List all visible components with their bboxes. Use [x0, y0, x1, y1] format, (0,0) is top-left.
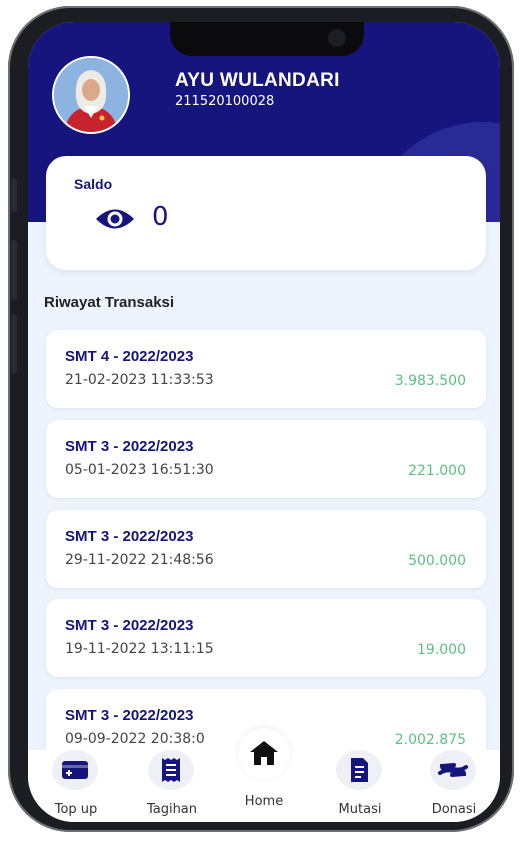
home-icon	[250, 741, 278, 765]
receipt-icon	[162, 758, 180, 782]
transaction-datetime: 09-09-2022 20:38:0	[65, 731, 205, 747]
transaction-amount: 221.000	[408, 463, 466, 479]
history-title: Riwayat Transaksi	[44, 294, 175, 311]
transaction-datetime: 19-11-2022 13:11:15	[65, 641, 214, 657]
eye-icon[interactable]	[94, 206, 136, 232]
bottom-nav: Top up Tagihan Home Mutasi Donasi	[28, 728, 500, 822]
saldo-label: Saldo	[74, 176, 113, 192]
user-id: 211520100028	[175, 94, 275, 109]
transaction-datetime: 21-02-2023 11:33:53	[65, 372, 214, 388]
nav-label: Tagihan	[146, 802, 198, 817]
wallet-plus-icon	[62, 761, 88, 779]
nav-tagihan[interactable]: Tagihan	[132, 750, 212, 822]
transaction-semester: SMT 3 - 2022/2023	[65, 528, 194, 545]
saldo-card: Saldo 0	[46, 156, 486, 270]
nav-donasi[interactable]: Donasi	[414, 750, 494, 822]
nav-home[interactable]: Home	[224, 728, 304, 822]
avatar-photo	[54, 58, 128, 132]
avatar[interactable]	[52, 56, 130, 134]
nav-topup[interactable]: Top up	[36, 750, 116, 822]
saldo-value: 0	[152, 202, 169, 232]
phone-volume-down	[11, 314, 17, 374]
transaction-semester: SMT 3 - 2022/2023	[65, 438, 194, 455]
phone-volume-up	[11, 240, 17, 300]
transaction-item[interactable]: SMT 3 - 2022/2023 05-01-2023 16:51:30 22…	[46, 420, 486, 498]
app-screen: AYU WULANDARI 211520100028 Saldo 0 Riway…	[28, 22, 500, 822]
hand-give-icon	[438, 763, 468, 777]
phone-side-button	[11, 178, 17, 212]
transaction-semester: SMT 4 - 2022/2023	[65, 348, 194, 365]
transaction-item[interactable]: SMT 3 - 2022/2023 19-11-2022 13:11:15 19…	[46, 599, 486, 677]
transaction-semester: SMT 3 - 2022/2023	[65, 617, 194, 634]
nav-mutasi[interactable]: Mutasi	[320, 750, 400, 822]
nav-label: Donasi	[431, 802, 477, 817]
transaction-amount: 19.000	[417, 642, 466, 658]
nav-label: Top up	[54, 802, 98, 817]
camera	[328, 29, 346, 47]
nav-label: Home	[244, 794, 284, 809]
transaction-semester: SMT 3 - 2022/2023	[65, 707, 194, 724]
nav-label: Mutasi	[338, 802, 382, 817]
transaction-item[interactable]: SMT 3 - 2022/2023 29-11-2022 21:48:56 50…	[46, 510, 486, 588]
transaction-datetime: 05-01-2023 16:51:30	[65, 462, 214, 478]
phone-notch	[170, 22, 364, 56]
transaction-amount: 500.000	[408, 553, 466, 569]
transaction-amount: 2.002.875	[394, 732, 466, 748]
transaction-datetime: 29-11-2022 21:48:56	[65, 552, 214, 568]
transaction-item[interactable]: SMT 4 - 2022/2023 21-02-2023 11:33:53 3.…	[46, 330, 486, 408]
user-name: AYU WULANDARI	[175, 70, 340, 91]
document-icon	[351, 758, 368, 782]
transaction-amount: 3.983.500	[394, 373, 466, 389]
